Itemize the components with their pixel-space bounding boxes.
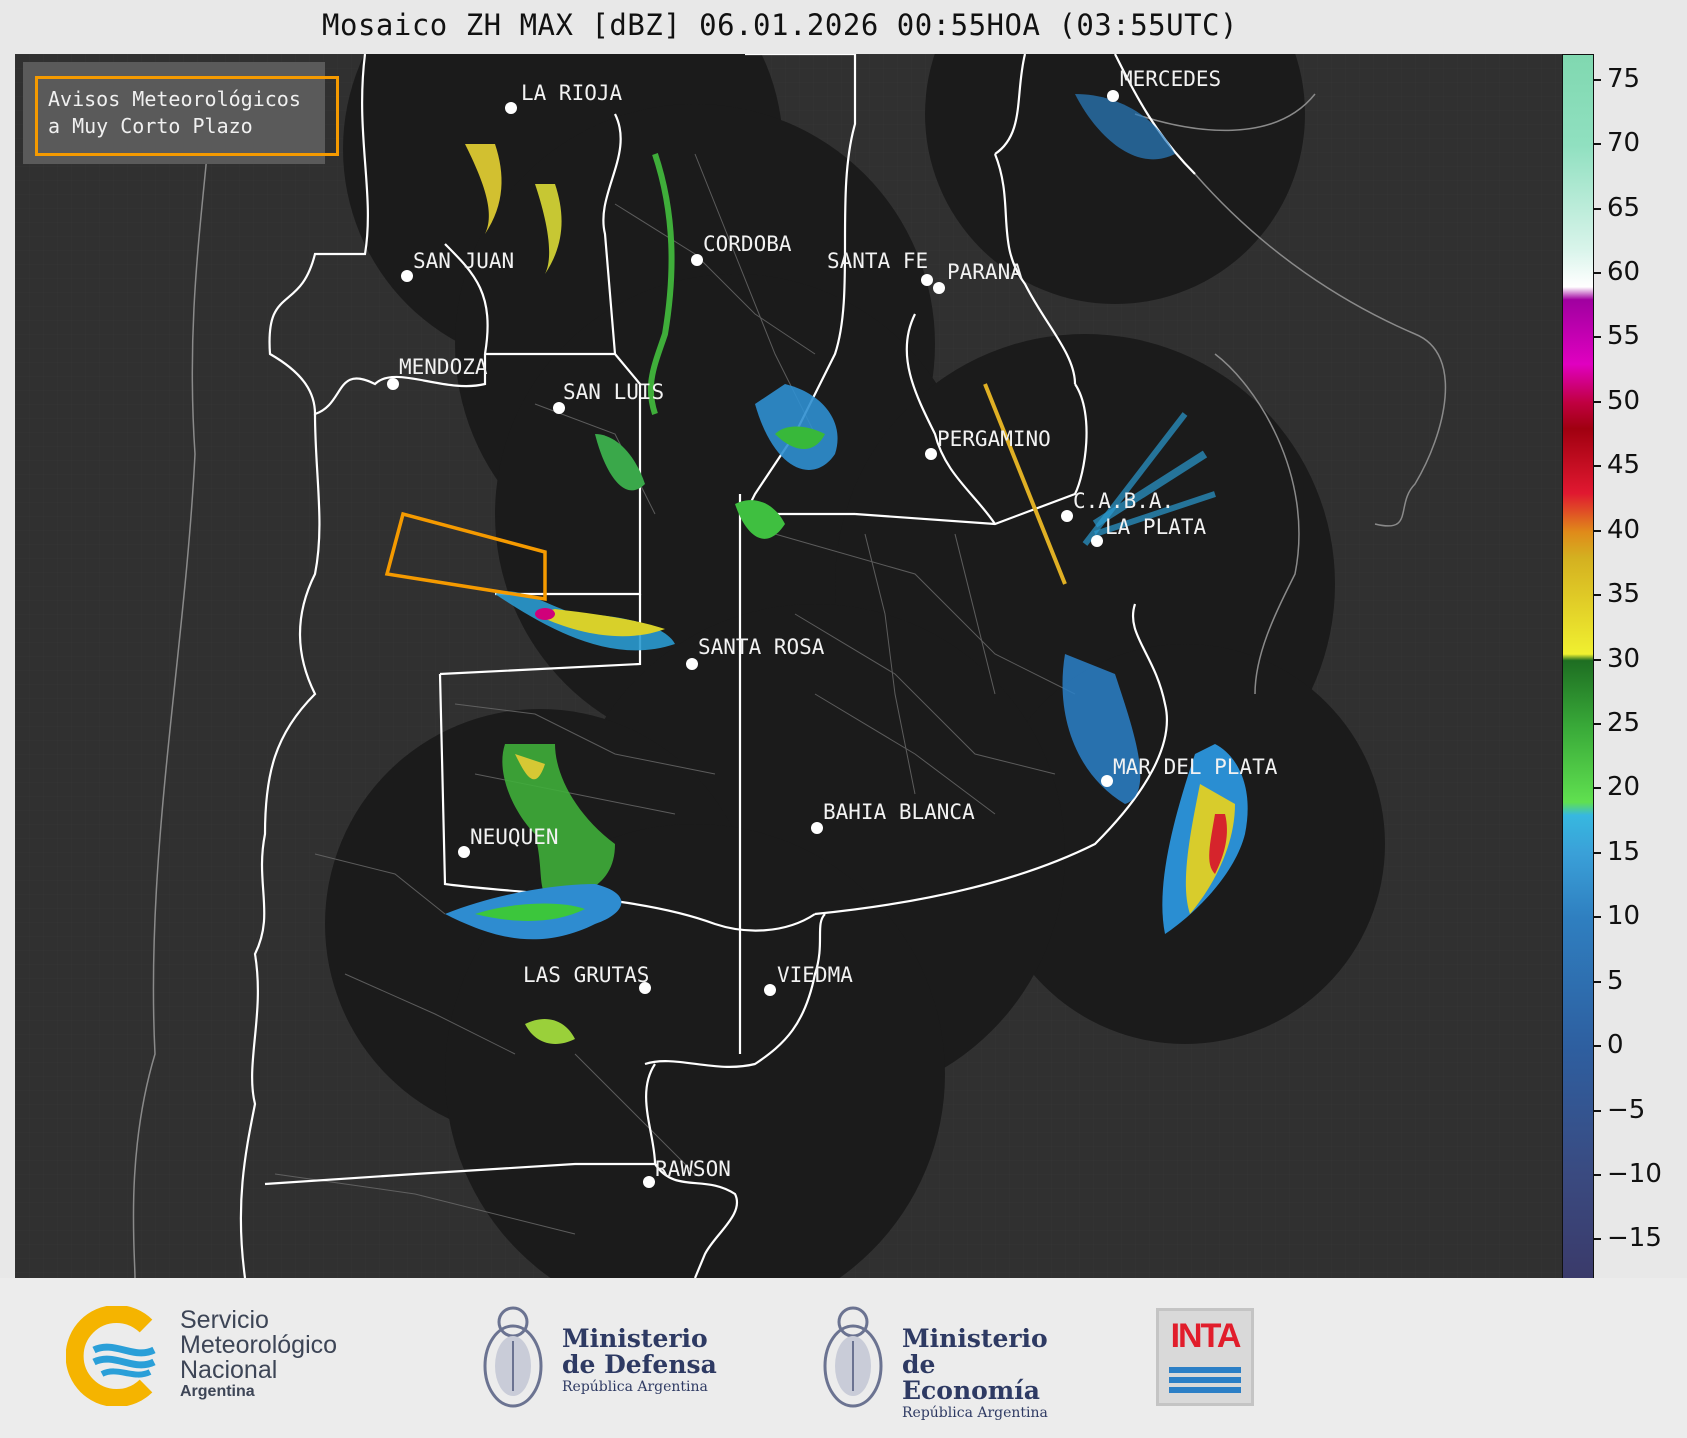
colorbar-ticks: 75 70 65 60 55 50 45 40 35 30 25 20 15 10 5 0 −5 −10 −15 — [1593, 54, 1687, 1278]
colorbar-tick-label: 40 — [1607, 514, 1641, 545]
inta-label: INTA — [1170, 1317, 1242, 1355]
colorbar-tick: 75 — [1593, 64, 1640, 94]
colorbar-tick: 30 — [1593, 644, 1640, 674]
colorbar-tick-label: −5 — [1607, 1094, 1646, 1125]
economia-logo: Ministerio de Economía República Argenti… — [818, 1296, 1078, 1421]
warning-legend: Avisos Meteorológicos a Muy Corto Plazo — [23, 62, 339, 164]
colorbar-tick: 40 — [1593, 515, 1640, 545]
colorbar-tick-label: 20 — [1607, 772, 1641, 803]
defensa-line1: Ministerio — [562, 1324, 708, 1353]
defensa-line3: República Argentina — [562, 1379, 708, 1395]
colorbar-tick-label: 35 — [1607, 579, 1641, 610]
colorbar-tick: 5 — [1593, 966, 1624, 996]
svg-text:SANTA ROSA: SANTA ROSA — [698, 635, 825, 659]
colorbar-tick: 0 — [1593, 1030, 1624, 1060]
svg-text:MENDOZA: MENDOZA — [399, 355, 488, 379]
defensa-logo: Ministerio de Defensa República Argentin… — [478, 1296, 738, 1416]
colorbar-tick-label: −15 — [1607, 1223, 1662, 1254]
svg-text:LA RIOJA: LA RIOJA — [521, 81, 623, 105]
colorbar-tick-label: 75 — [1607, 63, 1641, 94]
svg-text:MERCEDES: MERCEDES — [1120, 67, 1221, 91]
colorbar-tick-label: 55 — [1607, 321, 1641, 352]
colorbar-tick: 70 — [1593, 128, 1640, 158]
svg-text:MAR DEL PLATA: MAR DEL PLATA — [1113, 755, 1278, 779]
economia-line2: de Economía — [902, 1350, 1040, 1405]
colorbar-tick: 20 — [1593, 772, 1640, 802]
colorbar-tick-label: 30 — [1607, 643, 1641, 674]
svg-text:LAS GRUTAS: LAS GRUTAS — [523, 963, 649, 987]
svg-text:C.A.B.A.: C.A.B.A. — [1073, 489, 1174, 513]
colorbar-tick: 10 — [1593, 901, 1640, 931]
footer: Servicio Meteorológico Nacional Argentin… — [0, 1278, 1687, 1438]
colorbar-tick: −15 — [1593, 1223, 1662, 1253]
map-title: Mosaico ZH MAX [dBZ] 06.01.2026 00:55HOA… — [322, 8, 1238, 42]
svg-text:RAWSON: RAWSON — [655, 1157, 731, 1181]
colorbar-tick: 65 — [1593, 193, 1640, 223]
colorbar-tick-label: 45 — [1607, 450, 1641, 481]
map-canvas: LA RIOJA SAN JUAN CORDOBA SANTA FE PARAN… — [15, 54, 1562, 1278]
economia-line3: República Argentina — [902, 1405, 1048, 1421]
svg-text:PERGAMINO: PERGAMINO — [937, 427, 1051, 451]
svg-text:SAN JUAN: SAN JUAN — [413, 249, 514, 273]
economia-line1: Ministerio — [902, 1324, 1048, 1353]
colorbar-tick-label: 15 — [1607, 836, 1641, 867]
colorbar-tick-label: 70 — [1607, 128, 1641, 159]
svg-text:LA PLATA: LA PLATA — [1105, 515, 1207, 539]
svg-text:VIEDMA: VIEDMA — [777, 963, 853, 987]
colorbar-tick: 60 — [1593, 257, 1640, 287]
svg-text:SAN LUIS: SAN LUIS — [563, 380, 664, 404]
colorbar-tick: 25 — [1593, 708, 1640, 738]
smn-logo-icon — [65, 1305, 156, 1407]
colorbar-tick: −5 — [1593, 1095, 1645, 1125]
warning-legend-frame: Avisos Meteorológicos a Muy Corto Plazo — [35, 76, 339, 156]
colorbar-tick-label: 25 — [1607, 707, 1641, 738]
colorbar — [1562, 54, 1594, 1280]
warning-legend-line1: Avisos Meteorológicos — [48, 87, 301, 111]
colorbar-tick-label: −10 — [1607, 1158, 1662, 1189]
colorbar-tick-label: 50 — [1607, 385, 1641, 416]
defensa-emblem-icon — [483, 1306, 543, 1408]
colorbar-tick: −10 — [1593, 1159, 1662, 1189]
warning-legend-line2: a Muy Corto Plazo — [48, 114, 253, 138]
colorbar-tick-label: 65 — [1607, 192, 1641, 223]
economia-emblem-icon — [823, 1306, 883, 1408]
svg-text:SANTA FE: SANTA FE — [827, 249, 928, 273]
colorbar-tick-label: 5 — [1607, 965, 1624, 996]
svg-text:CORDOBA: CORDOBA — [703, 232, 792, 256]
inta-logo: INTA — [1156, 1308, 1254, 1406]
colorbar-tick-label: 60 — [1607, 257, 1641, 288]
colorbar-tick-label: 10 — [1607, 901, 1641, 932]
svg-text:NEUQUEN: NEUQUEN — [470, 825, 559, 849]
colorbar-tick: 45 — [1593, 450, 1640, 480]
colorbar-tick-label: 0 — [1607, 1030, 1624, 1061]
smn-line1: Servicio — [180, 1306, 269, 1334]
svg-text:PARANA: PARANA — [947, 260, 1023, 284]
smn-line3: Nacional — [180, 1356, 278, 1384]
svg-text:BAHIA BLANCA: BAHIA BLANCA — [823, 800, 975, 824]
smn-line4: Argentina — [180, 1383, 255, 1400]
colorbar-tick: 15 — [1593, 837, 1640, 867]
colorbar-tick: 55 — [1593, 321, 1640, 351]
colorbar-tick: 50 — [1593, 386, 1640, 416]
smn-line2: Meteorológico — [180, 1331, 338, 1359]
smn-logo: Servicio Meteorológico Nacional Argentin… — [65, 1305, 376, 1407]
defensa-line2: de Defensa — [562, 1350, 717, 1379]
radar-map[interactable]: LA RIOJA SAN JUAN CORDOBA SANTA FE PARAN… — [15, 54, 1562, 1278]
colorbar-tick: 35 — [1593, 579, 1640, 609]
